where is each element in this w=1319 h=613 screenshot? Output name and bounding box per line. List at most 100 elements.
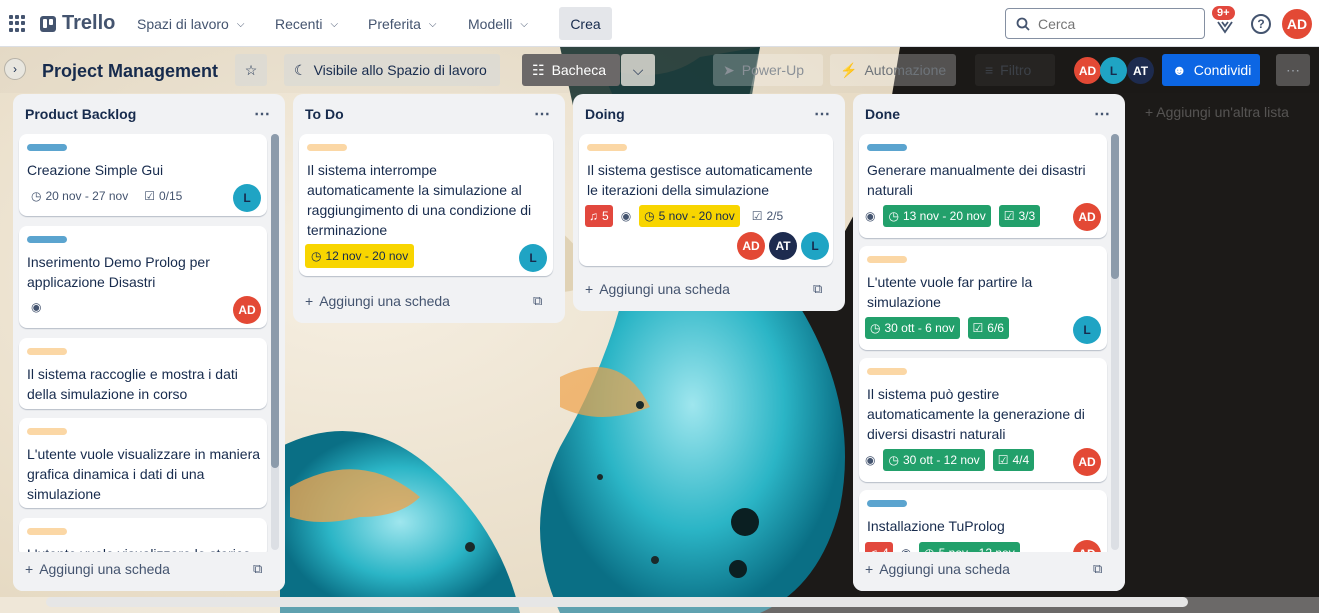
due-date-badge[interactable]: ◷ 13 nov - 20 nov — [883, 205, 991, 227]
add-card-button[interactable]: + Aggiungi una scheda — [305, 293, 450, 309]
nav-recent[interactable]: Recenti ⌵ — [265, 8, 348, 40]
card-template-icon[interactable]: ⧉ — [253, 561, 262, 577]
chevron-down-icon: ⌵ — [236, 18, 245, 30]
list-title[interactable]: Done — [865, 106, 900, 122]
due-date-badge[interactable]: ◷ 5 nov - 20 nov — [639, 205, 740, 227]
card-label[interactable] — [27, 348, 67, 355]
filter-button[interactable]: ≡ Filtro — [975, 54, 1055, 86]
plus-icon: + — [305, 293, 314, 309]
card-label[interactable] — [867, 144, 907, 151]
add-person-icon: ☻ — [1172, 62, 1187, 78]
checklist-badge: ☑ 6/6 — [967, 317, 1009, 339]
help-icon[interactable]: ? — [1251, 14, 1271, 34]
trello-logo[interactable]: Trello — [40, 12, 115, 35]
card-template-icon[interactable]: ⧉ — [533, 293, 542, 309]
bell-icon: ♫ — [589, 209, 598, 223]
due-date-badge[interactable]: ◷ 12 nov - 20 nov — [305, 244, 415, 268]
board-horizontal-scrollbar[interactable] — [46, 597, 1188, 607]
card-label[interactable] — [867, 368, 907, 375]
due-date-badge[interactable]: ◷ 20 nov - 27 nov — [27, 185, 132, 207]
member-avatar[interactable]: AD — [1073, 203, 1101, 231]
card-badges: ◉ ◷ 13 nov - 20 nov ☑ 3/3 — [865, 205, 1041, 227]
plus-icon: + — [865, 561, 874, 577]
card-label[interactable] — [307, 144, 347, 151]
user-avatar[interactable]: AD — [1282, 9, 1312, 39]
card[interactable]: Inserimento Demo Prolog per applicazione… — [19, 226, 267, 328]
add-card-button[interactable]: + Aggiungi una scheda — [865, 561, 1010, 577]
card-title: Il sistema interrompe automaticamente la… — [307, 162, 532, 238]
due-date-badge[interactable]: ◷ 30 ott - 12 nov — [883, 449, 985, 471]
card-label[interactable] — [587, 144, 627, 151]
more-dots-icon[interactable]: ⋯ — [254, 104, 271, 124]
more-dots-icon: ⋯ — [1286, 61, 1300, 78]
card-template-icon[interactable]: ⧉ — [813, 281, 822, 297]
card[interactable]: L'utente vuole visualizzare in maniera g… — [19, 418, 267, 508]
list-title[interactable]: To Do — [305, 106, 344, 122]
list-scrollbar[interactable] — [271, 134, 279, 550]
list-title[interactable]: Product Backlog — [25, 106, 136, 122]
card-label[interactable] — [867, 500, 907, 507]
more-dots-icon[interactable]: ⋯ — [1094, 104, 1111, 124]
search-box[interactable] — [1005, 8, 1205, 39]
card-label[interactable] — [27, 144, 67, 151]
view-switcher-button[interactable]: ⌵ — [621, 54, 655, 86]
powerup-button[interactable]: ➤ Power-Up — [713, 54, 823, 86]
nav-workspaces[interactable]: Spazi di lavoro ⌵ — [127, 8, 254, 40]
automation-button[interactable]: ⚡ Automazione — [830, 54, 956, 86]
card-label[interactable] — [27, 528, 67, 535]
add-list-button[interactable]: + Aggiungi un'altra lista — [1145, 104, 1289, 120]
member-avatar[interactable]: AD — [233, 296, 261, 324]
card[interactable]: Il sistema raccoglie e mostra i dati del… — [19, 338, 267, 409]
star-button[interactable]: ☆ — [235, 54, 267, 86]
add-list-label: Aggiungi un'altra lista — [1156, 104, 1289, 120]
card[interactable]: Il sistema interrompe automaticamente la… — [299, 134, 553, 276]
add-card-button[interactable]: + Aggiungi una scheda — [25, 561, 170, 577]
member-avatar[interactable]: L — [1073, 316, 1101, 344]
list-header[interactable]: To Do ⋯ — [293, 94, 565, 134]
member-avatar[interactable]: AD — [1074, 57, 1101, 84]
member-avatar[interactable]: L — [801, 232, 829, 260]
card-label[interactable] — [27, 428, 67, 435]
checklist-badge: ☑ 4/4 — [992, 449, 1035, 471]
member-avatar[interactable]: AT — [769, 232, 797, 260]
create-button[interactable]: Crea — [559, 7, 612, 40]
list-scrollbar[interactable] — [1111, 134, 1119, 550]
card-label[interactable] — [867, 256, 907, 263]
card-template-icon[interactable]: ⧉ — [1093, 561, 1102, 577]
board-view-button[interactable]: ☷ Bacheca — [522, 54, 620, 86]
due-date-text: 30 ott - 12 nov — [902, 453, 980, 467]
card[interactable]: Il sistema può gestire automaticamente l… — [859, 358, 1107, 482]
nav-templates[interactable]: Modelli ⌵ — [458, 8, 538, 40]
board-title[interactable]: Project Management — [42, 61, 218, 82]
member-avatar[interactable]: AD — [1073, 448, 1101, 476]
card[interactable]: Installazione TuProlog ♫4 ◉ ◷5 nov - 12 … — [859, 490, 1107, 560]
board-menu-button[interactable]: ⋯ — [1276, 54, 1310, 86]
member-avatar[interactable]: AT — [1127, 57, 1154, 84]
due-date-badge[interactable]: ◷ 30 ott - 6 nov — [865, 317, 960, 339]
visibility-button[interactable]: ☾ Visibile allo Spazio di lavoro — [284, 54, 500, 86]
nav-starred[interactable]: Preferita ⌵ — [358, 8, 447, 40]
member-avatar[interactable]: L — [519, 244, 547, 272]
more-dots-icon[interactable]: ⋯ — [814, 104, 831, 124]
list-header[interactable]: Doing ⋯ — [573, 94, 845, 134]
add-card-button[interactable]: + Aggiungi una scheda — [585, 281, 730, 297]
member-avatar[interactable]: L — [233, 184, 261, 212]
card-label[interactable] — [27, 236, 67, 243]
card[interactable]: Creazione Simple Gui ◷ 20 nov - 27 nov ☑ 0… — [19, 134, 267, 216]
more-dots-icon[interactable]: ⋯ — [534, 104, 551, 124]
search-input[interactable] — [1038, 15, 1188, 32]
card[interactable]: Generare manualmente dei disastri natura… — [859, 134, 1107, 238]
list-header[interactable]: Done ⋯ — [853, 94, 1125, 134]
due-date-text: 30 ott - 6 nov — [884, 321, 955, 335]
automation-label: Automazione — [864, 62, 947, 78]
card[interactable]: Il sistema gestisce automaticamente le i… — [579, 134, 833, 266]
sidebar-toggle-chevron-icon[interactable]: › — [4, 58, 26, 80]
share-button[interactable]: ☻ Condividi — [1162, 54, 1260, 86]
checklist-text: 0/15 — [158, 189, 183, 203]
member-avatar[interactable]: L — [1100, 57, 1127, 84]
app-switcher-icon[interactable] — [9, 15, 26, 32]
list-header[interactable]: Product Backlog ⋯ — [13, 94, 285, 134]
card[interactable]: L'utente vuole far partire la simulazion… — [859, 246, 1107, 350]
member-avatar[interactable]: AD — [737, 232, 765, 260]
list-title[interactable]: Doing — [585, 106, 625, 122]
